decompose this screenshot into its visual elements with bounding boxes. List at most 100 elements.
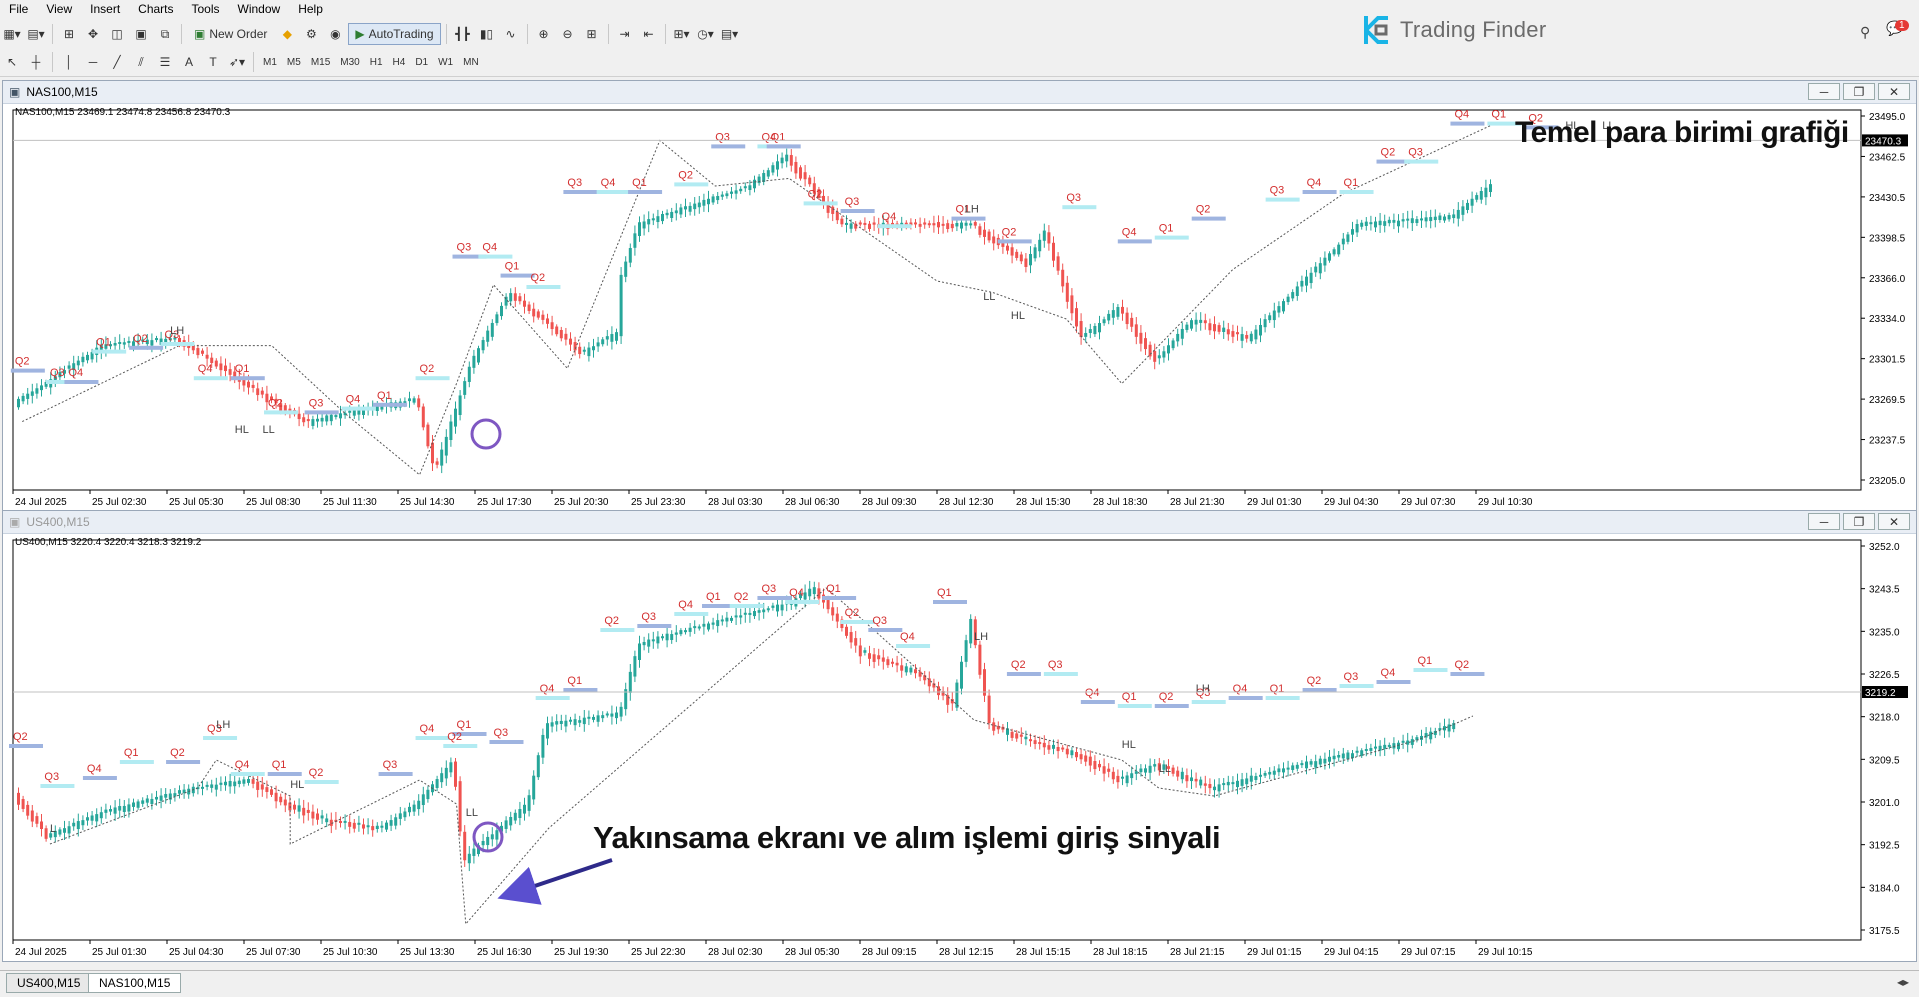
menu-item-insert[interactable]: Insert <box>81 0 129 19</box>
menu-item-window[interactable]: Window <box>229 0 290 19</box>
timeframe-h1-button[interactable]: H1 <box>366 51 387 73</box>
channel-icon[interactable]: ⫽ <box>130 51 152 73</box>
timeframe-w1-button[interactable]: W1 <box>434 51 457 73</box>
menu-item-file[interactable]: File <box>0 0 37 19</box>
x-tick-label: 25 Jul 16:30 <box>477 947 532 958</box>
candle-body <box>210 784 214 788</box>
candle-body <box>260 784 264 790</box>
timeframe-mn-button[interactable]: MN <box>459 51 483 73</box>
timeframe-h4-button[interactable]: H4 <box>389 51 410 73</box>
maximize-button[interactable]: ❐ <box>1843 83 1875 100</box>
notifications-icon[interactable]: 💬 1 <box>1886 20 1909 37</box>
timeframe-m5-button[interactable]: M5 <box>283 51 305 73</box>
candle-body <box>927 678 931 687</box>
timeframe-m1-button[interactable]: M1 <box>259 51 281 73</box>
market-watch-icon[interactable]: ⊞ <box>58 23 80 45</box>
new-chart-icon[interactable]: ▦▾ <box>1 23 23 45</box>
tabs-scroll-icon[interactable]: ◂▸ <box>1897 975 1909 989</box>
candle-body <box>904 666 908 673</box>
metaeditor-icon[interactable]: ◆ <box>276 23 298 45</box>
periods-icon[interactable]: ◷▾ <box>695 23 717 45</box>
maximize-button[interactable]: ❐ <box>1843 513 1875 530</box>
menu-item-view[interactable]: View <box>37 0 81 19</box>
candle-body <box>426 424 430 447</box>
arrows-icon[interactable]: ➶▾ <box>226 51 248 73</box>
candle-body <box>1199 319 1203 323</box>
tester-icon[interactable]: ⧉ <box>154 23 176 45</box>
tile-windows-icon[interactable]: ⊞ <box>581 23 603 45</box>
minimize-button[interactable]: ─ <box>1808 83 1840 100</box>
candle-body <box>748 612 752 615</box>
autotrading-button[interactable]: ▶ AutoTrading <box>348 23 441 45</box>
candle-body <box>1121 776 1124 779</box>
market-icon[interactable]: ◉ <box>324 23 346 45</box>
tab-us400[interactable]: US400,M15 <box>6 973 92 993</box>
navigator-icon[interactable]: ◫ <box>106 23 128 45</box>
candle-body <box>260 390 264 395</box>
close-button[interactable]: ✕ <box>1878 83 1910 100</box>
timeframe-m30-button[interactable]: M30 <box>336 51 363 73</box>
line-chart-icon[interactable]: ∿ <box>500 23 522 45</box>
candle-body <box>265 787 269 792</box>
close-button[interactable]: ✕ <box>1878 513 1910 530</box>
candle-body <box>918 671 922 677</box>
candle-body <box>1033 247 1037 259</box>
tab-nas100[interactable]: NAS100,M15 <box>88 973 182 993</box>
candle-body <box>573 719 577 726</box>
templates-icon[interactable]: ▤▾ <box>719 23 741 45</box>
price-chart-nas100[interactable]: 23495.0 23462.5 23430.5 23398.5 23366.0 23334… <box>3 104 1916 512</box>
candle-body <box>435 461 439 465</box>
candle-body <box>523 300 526 307</box>
menu-item-help[interactable]: Help <box>289 0 332 19</box>
candle-body <box>1171 340 1175 349</box>
trendline-icon[interactable]: ╱ <box>106 51 128 73</box>
quarter-zone-bar <box>9 744 43 748</box>
candle-body <box>371 826 375 831</box>
chart-window-us400[interactable]: ▣ US400,M15 ─ ❐ ✕ 3252.0 3243.5 3235.0 3226… <box>2 510 1917 962</box>
candle-body <box>914 669 917 674</box>
candle-body <box>1268 315 1272 321</box>
candlestick-icon[interactable]: ▮▯ <box>476 23 498 45</box>
text-icon[interactable]: A <box>178 51 200 73</box>
bar-chart-icon[interactable]: ┫┣ <box>452 23 474 45</box>
chart-area-nas100[interactable]: 23495.0 23462.5 23430.5 23398.5 23366.0 23334… <box>3 104 1916 512</box>
quarter-label: Q3 <box>715 131 730 143</box>
price-chart-us400[interactable]: 3252.0 3243.5 3235.0 3226.5 3218.0 3209.5 3201… <box>3 534 1916 962</box>
data-window-icon[interactable]: ✥ <box>82 23 104 45</box>
signals-icon[interactable]: ⚙ <box>300 23 322 45</box>
candle-body <box>219 363 223 371</box>
candle-body <box>1222 327 1226 332</box>
candle-body <box>302 417 306 423</box>
text-label-icon[interactable]: T <box>202 51 224 73</box>
quarter-zone-bar <box>766 144 801 149</box>
chart-shift-icon[interactable]: ⇥ <box>614 23 636 45</box>
quarter-zone-bar <box>1006 672 1041 676</box>
zoom-out-icon[interactable]: ⊖ <box>557 23 579 45</box>
zoom-in-icon[interactable]: ⊕ <box>533 23 555 45</box>
chart-area-us400[interactable]: 3252.0 3243.5 3235.0 3226.5 3218.0 3209.5 3201… <box>3 534 1916 962</box>
candle-body <box>877 655 881 660</box>
candle-body <box>1102 319 1106 324</box>
new-order-button[interactable]: ▣ New Order <box>187 23 274 45</box>
cursor-icon[interactable]: ↖ <box>1 51 23 73</box>
menu-item-tools[interactable]: Tools <box>183 0 229 19</box>
quarter-label: Q1 <box>505 261 520 273</box>
quarter-zone-bar <box>92 349 127 354</box>
candle-body <box>1226 329 1230 335</box>
candle-body <box>697 202 701 208</box>
crosshair-icon[interactable]: ┼ <box>25 51 47 73</box>
autoscroll-icon[interactable]: ⇤ <box>638 23 660 45</box>
horizontal-line-icon[interactable]: ─ <box>82 51 104 73</box>
profiles-icon[interactable]: ▤▾ <box>25 23 47 45</box>
minimize-button[interactable]: ─ <box>1808 513 1840 530</box>
search-icon[interactable]: ⚲ <box>1860 24 1870 41</box>
timeframe-d1-button[interactable]: D1 <box>411 51 432 73</box>
indicators-icon[interactable]: ⊞▾ <box>671 23 693 45</box>
timeframe-m15-button[interactable]: M15 <box>307 51 334 73</box>
fibonacci-icon[interactable]: ☰ <box>154 51 176 73</box>
candle-body <box>674 632 678 635</box>
vertical-line-icon[interactable]: │ <box>58 51 80 73</box>
menu-item-charts[interactable]: Charts <box>129 0 182 19</box>
quarter-label: Q4 <box>1085 687 1100 699</box>
terminal-icon[interactable]: ▣ <box>130 23 152 45</box>
